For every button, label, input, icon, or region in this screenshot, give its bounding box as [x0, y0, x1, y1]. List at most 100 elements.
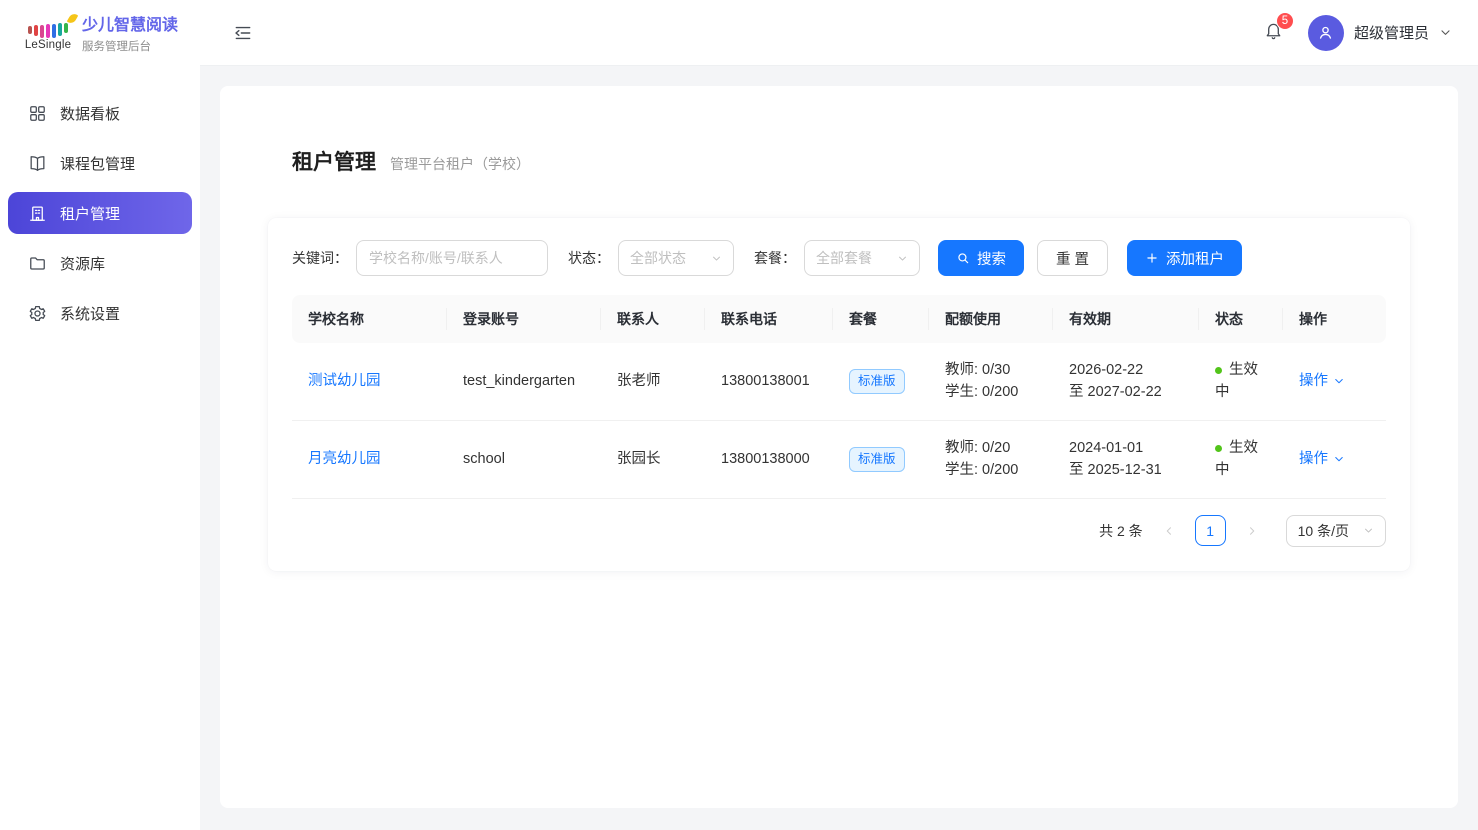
sidebar-collapse-button[interactable]: [233, 20, 259, 46]
sidebar-item-dashboard[interactable]: 数据看板: [8, 92, 192, 134]
pagination-next-button[interactable]: [1242, 517, 1262, 545]
validity-cell: 2024-01-01 至 2025-12-31: [1053, 420, 1199, 498]
contact-cell: 张老师: [601, 343, 705, 420]
plus-icon: [1145, 251, 1159, 265]
status-select-value: 全部状态: [630, 248, 686, 268]
add-tenant-button-label: 添加租户: [1166, 248, 1224, 269]
book-icon: [28, 154, 47, 173]
pagination-prev-button[interactable]: [1159, 517, 1179, 545]
sidebar-item-settings[interactable]: 系统设置: [8, 292, 192, 334]
search-icon: [956, 251, 970, 265]
table-row: 测试幼儿园 test_kindergarten 张老师 13800138001 …: [292, 343, 1386, 420]
column-header-actions: 操作: [1283, 295, 1386, 343]
tenant-table: 学校名称 登录账号 联系人 联系电话 套餐 配额使用 有效期 状态 操作 测试幼…: [292, 295, 1386, 499]
search-button-label: 搜索: [977, 248, 1006, 269]
brand-text: 少儿智慧阅读 服务管理后台: [82, 16, 178, 55]
column-header-plan: 套餐: [833, 295, 929, 343]
chevron-right-icon: [1246, 525, 1258, 537]
pagination-total: 共 2 条: [1099, 521, 1143, 541]
chevron-down-icon: [1333, 453, 1345, 465]
plan-select[interactable]: 全部套餐: [804, 240, 920, 276]
plan-tag: 标准版: [849, 447, 905, 472]
status-cell: 生效中: [1199, 420, 1283, 498]
sidebar-item-label: 数据看板: [60, 103, 120, 124]
account-cell: test_kindergarten: [447, 343, 601, 420]
reset-button[interactable]: 重 置: [1037, 240, 1108, 276]
add-tenant-button[interactable]: 添加租户: [1127, 240, 1242, 276]
chevron-down-icon: [1333, 375, 1345, 387]
chevron-down-icon: [711, 253, 722, 264]
quota-cell: 教师: 0/20 学生: 0/200: [929, 420, 1053, 498]
school-name-link[interactable]: 测试幼儿园: [308, 373, 381, 389]
user-icon: [1316, 23, 1335, 42]
sidebar-item-tenants[interactable]: 租户管理: [8, 192, 192, 234]
page-subtitle: 管理平台租户（学校）: [390, 154, 530, 174]
column-header-account: 登录账号: [447, 295, 601, 343]
folder-icon: [28, 254, 47, 273]
sidebar-item-label: 租户管理: [60, 203, 120, 224]
logo-bars-icon: [27, 20, 69, 38]
keyword-input[interactable]: [356, 240, 548, 276]
column-header-contact: 联系人: [601, 295, 705, 343]
page-size-select[interactable]: 10 条/页: [1286, 515, 1386, 547]
account-cell: school: [447, 420, 601, 498]
status-select[interactable]: 全部状态: [618, 240, 734, 276]
content-card: 租户管理 管理平台租户（学校） 关键词： 状态： 全部状态 套餐： 全部套餐: [220, 86, 1458, 808]
quota-student: 学生: 0/200: [945, 381, 1037, 403]
notifications-button[interactable]: 5: [1263, 20, 1284, 46]
valid-from: 2026-02-22: [1069, 359, 1183, 381]
status-cell: 生效中: [1199, 343, 1283, 420]
status-dot-icon: [1215, 367, 1222, 374]
column-header-quota: 配额使用: [929, 295, 1053, 343]
column-header-phone: 联系电话: [705, 295, 833, 343]
actions-dropdown[interactable]: 操作: [1299, 448, 1345, 470]
logo-wordmark: LeSingle: [25, 39, 71, 51]
actions-dropdown[interactable]: 操作: [1299, 370, 1345, 392]
plan-tag: 标准版: [849, 369, 905, 394]
quota-student: 学生: 0/200: [945, 459, 1037, 481]
keyword-label: 关键词：: [292, 248, 348, 268]
tenant-panel: 关键词： 状态： 全部状态 套餐： 全部套餐 搜索 重 置: [268, 218, 1410, 571]
chevron-down-icon: [1363, 525, 1374, 536]
brand-subtitle: 服务管理后台: [82, 38, 178, 54]
pagination: 共 2 条 1 10 条/页: [292, 515, 1386, 547]
brand: LeSingle 少儿智慧阅读 服务管理后台: [0, 0, 200, 70]
sidebar: LeSingle 少儿智慧阅读 服务管理后台 数据看板 课程包管理 租户管理 资…: [0, 0, 200, 830]
user-menu[interactable]: 超级管理员: [1308, 15, 1452, 51]
chevron-left-icon: [1163, 525, 1175, 537]
actions-label: 操作: [1299, 370, 1328, 392]
column-header-status: 状态: [1199, 295, 1283, 343]
page-title: 租户管理: [292, 146, 376, 176]
plan-select-value: 全部套餐: [816, 248, 872, 268]
phone-cell: 13800138000: [705, 420, 833, 498]
status-dot-icon: [1215, 445, 1222, 452]
phone-cell: 13800138001: [705, 343, 833, 420]
page-size-value: 10 条/页: [1298, 521, 1349, 541]
school-name-link[interactable]: 月亮幼儿园: [308, 451, 381, 467]
lesingle-logo-icon: LeSingle: [26, 20, 70, 51]
table-header-row: 学校名称 登录账号 联系人 联系电话 套餐 配额使用 有效期 状态 操作: [292, 295, 1386, 343]
sidebar-item-label: 资源库: [60, 253, 105, 274]
sidebar-item-label: 系统设置: [60, 303, 120, 324]
sidebar-menu: 数据看板 课程包管理 租户管理 资源库 系统设置: [0, 70, 200, 334]
building-icon: [28, 204, 47, 223]
quota-cell: 教师: 0/30 学生: 0/200: [929, 343, 1053, 420]
search-button[interactable]: 搜索: [938, 240, 1024, 276]
chevron-down-icon: [1439, 26, 1452, 39]
column-header-validity: 有效期: [1053, 295, 1199, 343]
status-label: 状态：: [568, 248, 610, 268]
pagination-page-1[interactable]: 1: [1195, 515, 1226, 546]
dashboard-icon: [28, 104, 47, 123]
main-content: 租户管理 管理平台租户（学校） 关键词： 状态： 全部状态 套餐： 全部套餐: [200, 0, 1478, 808]
reset-button-label: 重 置: [1056, 248, 1089, 269]
chevron-down-icon: [897, 253, 908, 264]
sidebar-item-course-packages[interactable]: 课程包管理: [8, 142, 192, 184]
validity-cell: 2026-02-22 至 2027-02-22: [1053, 343, 1199, 420]
brand-title: 少儿智慧阅读: [82, 16, 178, 37]
avatar: [1308, 15, 1344, 51]
gear-icon: [28, 304, 47, 323]
column-header-school: 学校名称: [292, 295, 447, 343]
menu-fold-icon: [233, 23, 253, 43]
notification-badge: 5: [1276, 12, 1294, 30]
sidebar-item-resources[interactable]: 资源库: [8, 242, 192, 284]
